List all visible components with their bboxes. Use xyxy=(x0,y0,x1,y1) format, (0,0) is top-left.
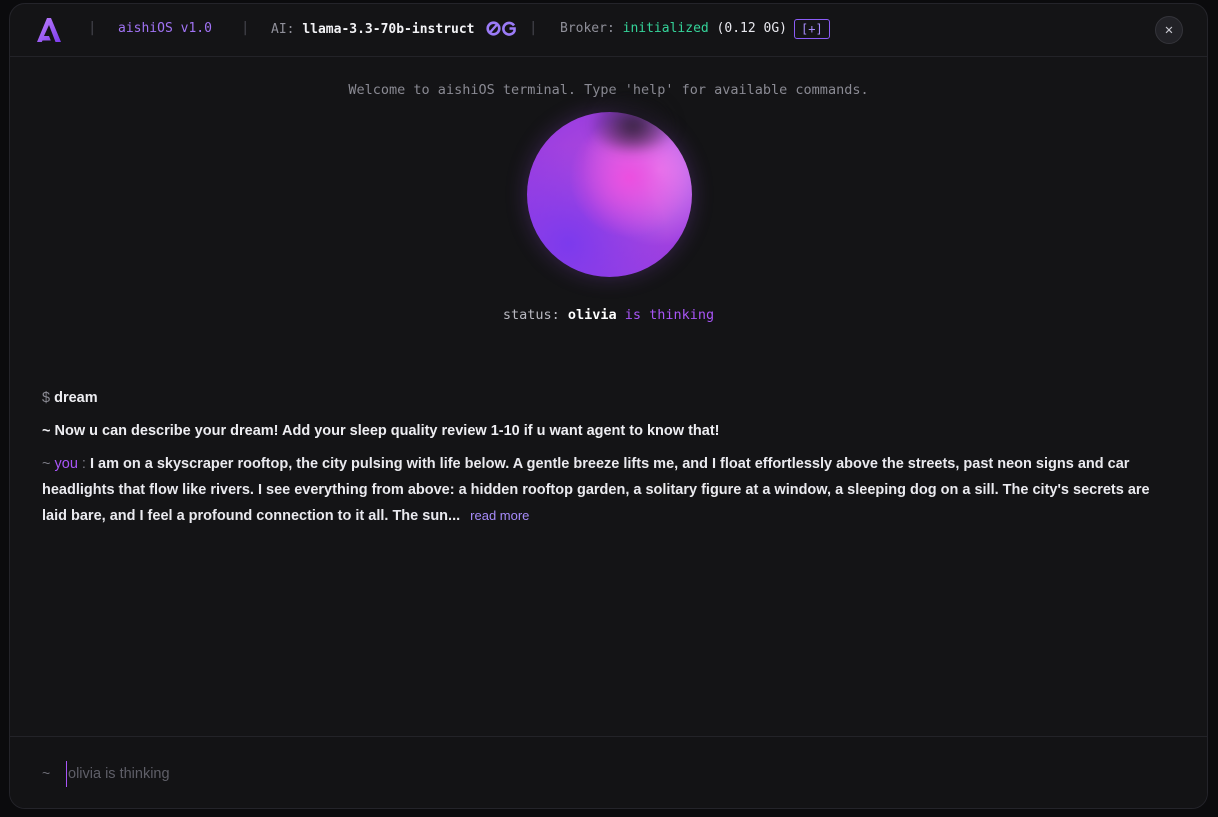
aishi-logo-icon xyxy=(37,18,61,42)
system-message: ~ Now u can describe your dream! Add you… xyxy=(42,423,720,439)
header-separator: | xyxy=(529,20,538,36)
header-separator: | xyxy=(241,20,250,36)
agent-status: status: olivia is thinking xyxy=(10,307,1207,323)
user-message-line: ~ you : I am on a skyscraper rooftop, th… xyxy=(42,451,1172,529)
command-text: dream xyxy=(54,390,98,406)
header-separator: | xyxy=(88,20,97,36)
command-input-bar: ~ xyxy=(10,736,1207,808)
og-logo-icon xyxy=(486,21,517,36)
ai-label: AI: xyxy=(271,22,295,37)
user-message-text: I am on a skyscraper rooftop, the city p… xyxy=(42,456,1150,524)
agent-name: olivia xyxy=(567,307,617,323)
terminal-window: | aishiOS v1.0 | AI: llama-3.3-70b-instr… xyxy=(9,3,1208,809)
command-prompt: $ xyxy=(42,390,51,406)
user-name: you xyxy=(54,456,78,472)
ai-model-info: AI: llama-3.3-70b-instruct xyxy=(271,21,518,37)
terminal-header: | aishiOS v1.0 | AI: llama-3.3-70b-instr… xyxy=(10,4,1207,57)
broker-balance: (0.12 0G) xyxy=(716,21,787,36)
orb-shadow xyxy=(588,90,678,150)
close-icon: ✕ xyxy=(1164,22,1174,38)
user-colon: : xyxy=(81,456,86,472)
command-line: $ dream xyxy=(42,385,1172,411)
status-label: status: xyxy=(502,307,560,323)
broker-label: Broker: xyxy=(560,21,615,36)
broker-info: Broker: initialized (0.12 0G) xyxy=(560,21,787,36)
ai-model-name: llama-3.3-70b-instruct xyxy=(302,22,475,37)
close-button[interactable]: ✕ xyxy=(1155,16,1183,44)
read-more-link[interactable]: read more xyxy=(470,508,529,523)
input-prompt: ~ xyxy=(42,765,51,781)
terminal-log: $ dream ~ Now u can describe your dream!… xyxy=(42,385,1172,529)
agent-activity: is thinking xyxy=(624,307,715,323)
broker-status: initialized xyxy=(622,21,709,36)
add-funds-button[interactable]: [+] xyxy=(794,19,830,39)
command-input[interactable] xyxy=(66,761,1170,787)
brand-version: aishiOS v1.0 xyxy=(118,21,212,36)
user-prefix: ~ xyxy=(42,456,51,472)
